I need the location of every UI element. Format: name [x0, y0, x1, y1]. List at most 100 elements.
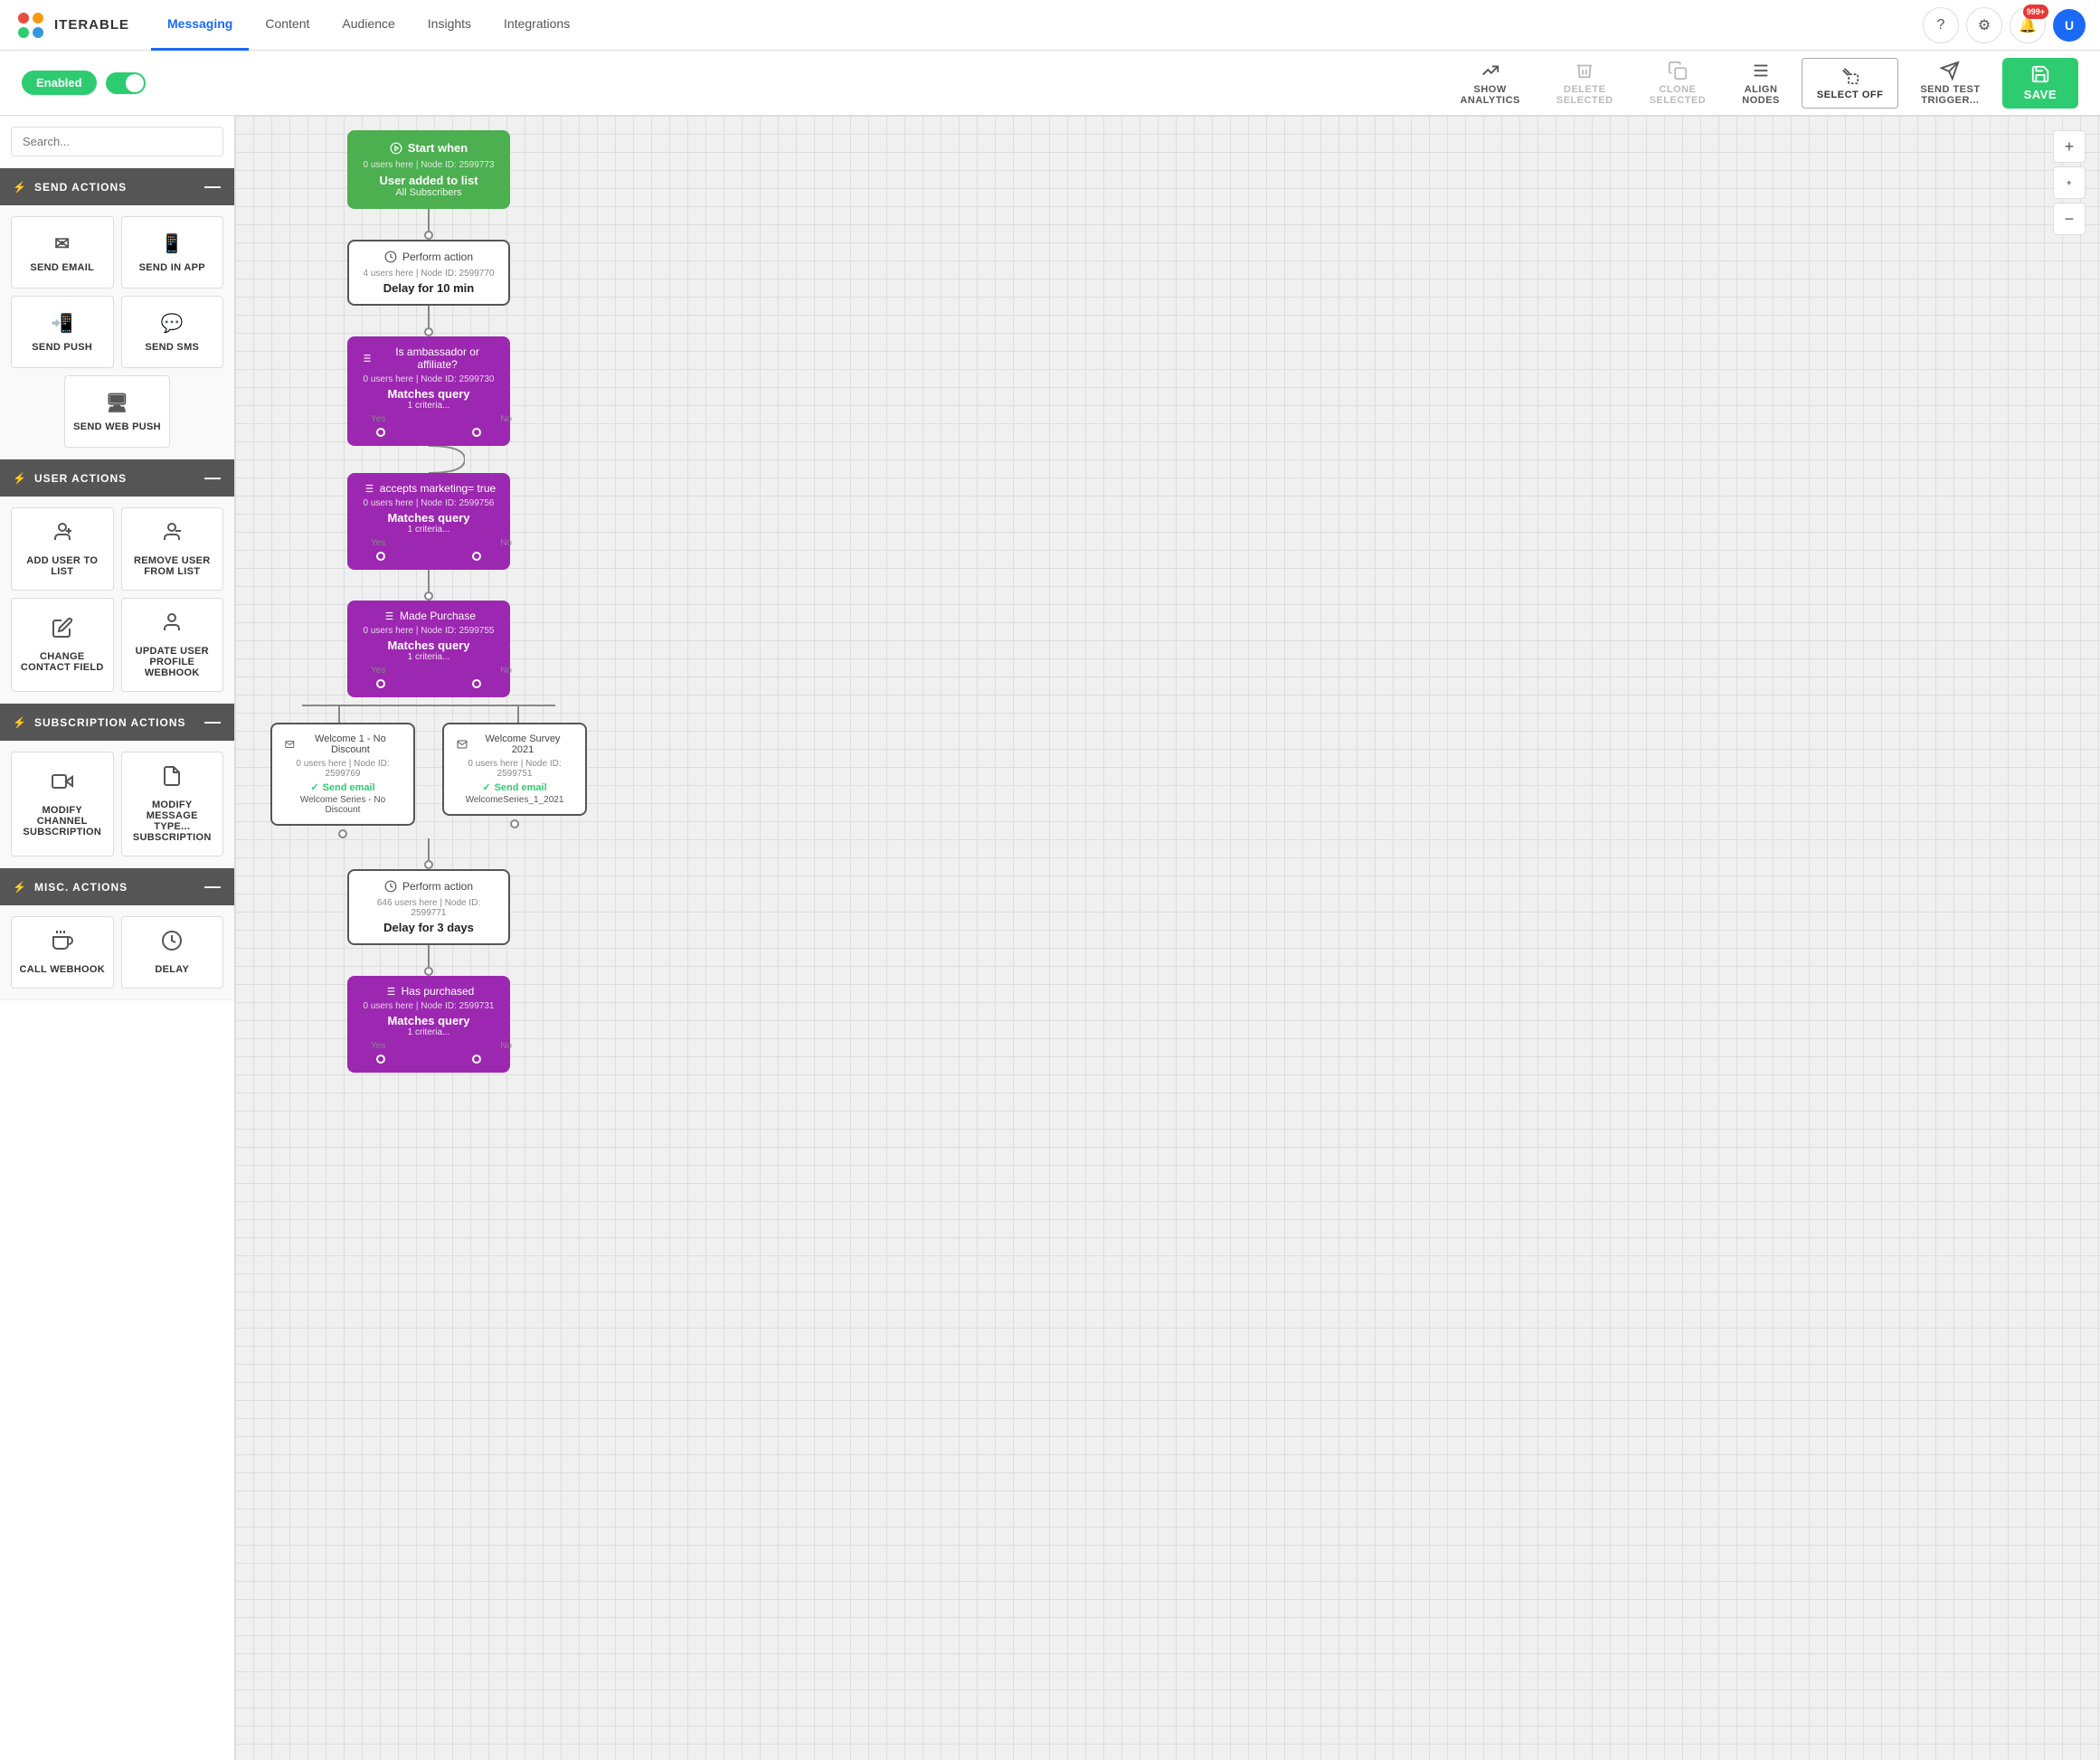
align-nodes-button[interactable]: ALIGN NODES: [1727, 53, 1794, 113]
save-icon: [2030, 64, 2050, 84]
nav-audience[interactable]: Audience: [326, 0, 411, 51]
add-user-to-list-label: ADD USER TO LIST: [19, 555, 106, 577]
send-in-app-label: SEND IN APP: [139, 262, 205, 273]
send-node-left[interactable]: Welcome 1 - No Discount 0 users here | N…: [270, 723, 415, 838]
send-email-icon: ✉: [54, 232, 70, 255]
subscription-actions-header-left: ⚡ SUBSCRIPTION ACTIONS: [13, 716, 186, 729]
send-node-right-content[interactable]: Welcome Survey 2021 0 users here | Node …: [442, 723, 587, 816]
query-node-4-label: Matches query: [360, 1014, 497, 1027]
help-button[interactable]: ?: [1923, 7, 1959, 43]
user-actions-collapse-icon[interactable]: —: [204, 468, 222, 487]
search-input[interactable]: [11, 127, 223, 156]
query-node-4-yes: Yes: [371, 1041, 385, 1051]
modify-channel-icon: [52, 771, 73, 798]
send-test-trigger-label: SEND TEST TRIGGER...: [1920, 84, 1980, 106]
logo-icon: [14, 9, 47, 42]
settings-button[interactable]: ⚙: [1966, 7, 2002, 43]
modify-channel-subscription-label: MODIFY CHANNEL SUBSCRIPTION: [19, 805, 106, 837]
send-in-app-item[interactable]: 📱 SEND IN APP: [121, 216, 224, 289]
send-actions-header[interactable]: ⚡ SEND ACTIONS —: [0, 168, 234, 205]
send-actions-collapse-icon[interactable]: —: [204, 177, 222, 196]
user-actions-label: USER ACTIONS: [34, 472, 127, 485]
change-contact-field-item[interactable]: CHANGE CONTACT FIELD: [11, 598, 114, 692]
send-web-push-label: SEND WEB PUSH: [73, 421, 161, 432]
zoom-out-button[interactable]: −: [2053, 203, 2086, 235]
send-node-right[interactable]: Welcome Survey 2021 0 users here | Node …: [442, 723, 587, 838]
misc-actions-collapse-icon[interactable]: —: [204, 877, 222, 896]
change-contact-field-label: CHANGE CONTACT FIELD: [19, 651, 106, 673]
send-node-left-badge: ✓ Send email: [285, 781, 401, 793]
misc-actions-header[interactable]: ⚡ MISC. ACTIONS —: [0, 868, 234, 905]
send-push-icon: 📲: [51, 312, 73, 335]
add-user-to-list-item[interactable]: ADD USER TO LIST: [11, 507, 114, 591]
clock-icon-1: [384, 251, 397, 263]
nav-messaging[interactable]: Messaging: [151, 0, 249, 51]
update-user-icon: [161, 611, 183, 639]
subscription-actions-collapse-icon[interactable]: —: [204, 713, 222, 732]
connector-5: [424, 838, 433, 869]
call-webhook-item[interactable]: CALL WEBHOOK: [11, 916, 114, 989]
toggle-knob: [126, 74, 144, 92]
send-actions-label: SEND ACTIONS: [34, 181, 127, 194]
user-actions-grid: ADD USER TO LIST REMOVE USER FROM LIST C…: [0, 497, 234, 704]
update-user-profile-webhook-item[interactable]: UPDATE USER PROFILE WEBHOOK: [121, 598, 224, 692]
subscription-actions-header[interactable]: ⚡ SUBSCRIPTION ACTIONS —: [0, 704, 234, 741]
delay-node-1[interactable]: Perform action 4 users here | Node ID: 2…: [347, 240, 510, 306]
save-label: SAVE: [2024, 88, 2057, 101]
no-dot-2: [472, 552, 481, 561]
send-test-trigger-button[interactable]: SEND TEST TRIGGER...: [1906, 53, 1994, 113]
query-node-4-branches: Yes No: [360, 1037, 523, 1055]
send-push-item[interactable]: 📲 SEND PUSH: [11, 296, 114, 368]
start-node[interactable]: Start when 0 users here | Node ID: 25997…: [347, 130, 510, 209]
remove-user-from-list-item[interactable]: REMOVE USER FROM LIST: [121, 507, 224, 591]
nav-links: Messaging Content Audience Insights Inte…: [151, 0, 1923, 51]
line-2: [428, 306, 430, 327]
analytics-icon: [1480, 61, 1500, 80]
send-email-item[interactable]: ✉ SEND EMAIL: [11, 216, 114, 289]
delay-item[interactable]: DELAY: [121, 916, 224, 989]
zoom-out-icon: −: [2065, 210, 2075, 229]
clone-icon: [1668, 61, 1688, 80]
modify-message-type-subscription-item[interactable]: MODIFY MESSAGE TYPE... SUBSCRIPTION: [121, 752, 224, 856]
save-button[interactable]: SAVE: [2002, 58, 2078, 109]
query-node-2[interactable]: accepts marketing= true 0 users here | N…: [347, 473, 510, 570]
notifications-button[interactable]: 🔔 999+: [2010, 7, 2046, 43]
user-actions-header[interactable]: ⚡ USER ACTIONS —: [0, 459, 234, 497]
reset-button[interactable]: +: [2053, 166, 2086, 199]
misc-actions-label: MISC. ACTIONS: [34, 881, 128, 894]
canvas-area[interactable]: + + − Start when 0 users here | Node ID:…: [235, 116, 2100, 1760]
query-node-3-yes: Yes: [371, 666, 385, 676]
yes-dot-1: [376, 428, 385, 437]
user-avatar[interactable]: U: [2053, 9, 2086, 42]
send-sms-item[interactable]: 💬 SEND SMS: [121, 296, 224, 368]
query-node-3-criteria: 1 criteria...: [360, 652, 497, 662]
modify-channel-subscription-item[interactable]: MODIFY CHANNEL SUBSCRIPTION: [11, 752, 114, 856]
clone-selected-button[interactable]: CLONE SELECTED: [1635, 53, 1721, 113]
enabled-switch[interactable]: [106, 72, 146, 94]
send-web-push-item[interactable]: 🖥 SEND WEB PUSH: [64, 375, 171, 448]
query-node-1[interactable]: Is ambassador or affiliate? 0 users here…: [347, 336, 510, 446]
delay-icon: [161, 930, 183, 957]
modify-message-type-subscription-label: MODIFY MESSAGE TYPE... SUBSCRIPTION: [129, 800, 216, 843]
send-node-left-header: Welcome 1 - No Discount: [285, 733, 401, 755]
zoom-in-button[interactable]: +: [2053, 130, 2086, 163]
delay-label: DELAY: [155, 964, 189, 975]
query-node-3[interactable]: Made Purchase 0 users here | Node ID: 25…: [347, 601, 510, 697]
filter-icon-2: [362, 482, 374, 495]
send-node-left-meta: 0 users here | Node ID: 2599769: [285, 759, 401, 779]
no-dot-3: [472, 679, 481, 688]
query-node-3-no: No: [500, 666, 512, 676]
delete-selected-button[interactable]: DELETE SELECTED: [1542, 53, 1628, 113]
yes-dot-4: [376, 1055, 385, 1064]
select-off-button[interactable]: SELECT OFF: [1802, 58, 1898, 109]
send-node-left-content[interactable]: Welcome 1 - No Discount 0 users here | N…: [270, 723, 415, 826]
query-node-4[interactable]: Has purchased 0 users here | Node ID: 25…: [347, 976, 510, 1073]
send-sms-icon: 💬: [161, 312, 184, 335]
show-analytics-button[interactable]: SHOW ANALYTICS: [1445, 53, 1534, 113]
delay-node-2[interactable]: Perform action 646 users here | Node ID:…: [347, 869, 510, 945]
send-node-left-name: Welcome Series - No Discount: [285, 795, 401, 815]
nav-integrations[interactable]: Integrations: [487, 0, 586, 51]
nav-insights[interactable]: Insights: [411, 0, 487, 51]
nav-right: ? ⚙ 🔔 999+ U: [1923, 7, 2086, 43]
nav-content[interactable]: Content: [249, 0, 326, 51]
